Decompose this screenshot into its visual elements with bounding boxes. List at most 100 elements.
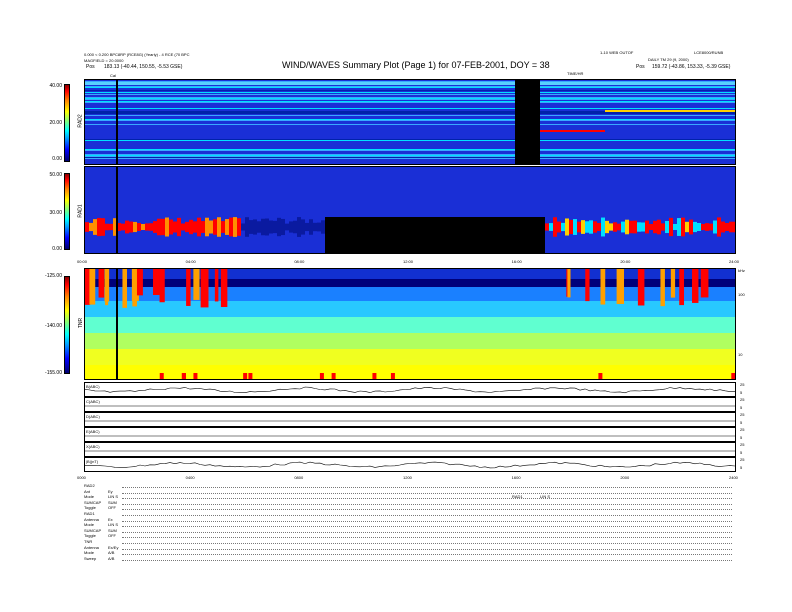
- footer-param-value: Ex/Ey: [108, 544, 119, 550]
- rad1-emission: [637, 222, 641, 232]
- tnr-floor-spike: [181, 373, 186, 379]
- rad2-band: [85, 120, 735, 121]
- rad1-emission: [649, 223, 653, 231]
- lane-box: [84, 457, 736, 472]
- rad1-emission: [237, 218, 241, 236]
- time-hr-label: TIME/HR: [567, 71, 584, 76]
- rad2-band: [85, 81, 735, 82]
- footer-param-key: Antenna: [84, 544, 99, 550]
- rad1-emission: [137, 223, 141, 231]
- rad1-emission: [217, 217, 221, 237]
- rad1-emission: [657, 219, 661, 235]
- header-left-line2: MAGFIELD = 20.0000: [84, 58, 124, 63]
- time-axis-top-tick-label: 24:00: [729, 259, 740, 264]
- tnr-burst: [700, 269, 709, 298]
- rad2-spectrogram: [84, 79, 736, 165]
- rad1-spectrogram-svg: [85, 167, 735, 253]
- rad1-emission: [293, 220, 297, 234]
- rad2-colorbar: [64, 84, 70, 162]
- rad1-emission: [697, 222, 701, 232]
- footer-param-value: LIN S: [108, 522, 119, 528]
- rad2-tick-top: 40.00: [49, 83, 62, 89]
- tnr-burst: [98, 269, 105, 298]
- rad1-emission: [305, 222, 309, 232]
- lane-trace: [84, 386, 736, 394]
- lane-box: [84, 412, 736, 427]
- page-title: WIND/WAVES Summary Plot (Page 1) for 07-…: [282, 60, 550, 70]
- header-right-pos-label: Pos: [636, 64, 645, 70]
- tnr-floor-spike: [193, 373, 198, 379]
- rad1-emission: [121, 223, 125, 231]
- rad1-emission: [605, 220, 609, 234]
- rad1-emission: [189, 219, 193, 235]
- time-axis-top-tick-label: 16:00: [511, 259, 522, 264]
- footer-param-key: Antenna: [84, 516, 99, 522]
- rad1-emission: [253, 219, 257, 235]
- header-right-line2: LCE8000/RUNB: [694, 50, 724, 55]
- rad1-spectrogram: [84, 166, 736, 254]
- tnr-burst: [214, 269, 219, 302]
- lane-right-tick-bot: 5: [740, 405, 743, 410]
- rad1-emission: [549, 223, 553, 231]
- tnr-burst: [567, 269, 571, 298]
- rad1-emission: [645, 220, 649, 234]
- rad1-label: RAD1: [77, 204, 84, 218]
- lane-right-tick-bot: 5: [740, 390, 743, 395]
- rad1-emission: [261, 218, 265, 236]
- footer-section-title: TNR: [84, 539, 93, 544]
- rad1-emission: [225, 219, 229, 235]
- rad1-emission: [565, 218, 569, 236]
- rad1-emission: [733, 221, 735, 233]
- rad1-emission: [201, 221, 205, 233]
- tnr-floor-spike: [319, 373, 324, 379]
- rad1-emission: [717, 217, 721, 237]
- tnr-burst: [136, 269, 143, 296]
- lane-right-tick-top: 25: [740, 412, 745, 417]
- rad2-band: [85, 157, 735, 158]
- lane-right-tick-top: 25: [740, 397, 745, 402]
- tnr-burst: [104, 269, 110, 302]
- rad1-emission: [129, 221, 133, 233]
- tnr-burst: [585, 269, 590, 302]
- rad1-emission: [709, 223, 713, 231]
- rad1-emission: [301, 219, 305, 235]
- tnr-burst: [679, 269, 685, 306]
- rad2-band-top: [85, 82, 735, 85]
- footer-dotted-line: [122, 503, 732, 505]
- rad2-yellow-streak: [605, 110, 735, 112]
- time-axis-bottom-tick-label: 2000: [620, 475, 630, 480]
- rad1-emission: [653, 220, 657, 234]
- rad1-emission: [297, 217, 301, 237]
- tnr-floor-spike: [248, 373, 253, 379]
- rad2-band: [85, 97, 735, 98]
- lane-label: X(ABC): [86, 444, 100, 449]
- footer-mid-key: RAD1: [512, 494, 523, 499]
- tnr-floor-spike: [390, 373, 395, 379]
- rad1-emission: [133, 221, 137, 233]
- tnr-tick-bot: -155.00: [45, 370, 62, 376]
- rad2-band: [85, 115, 735, 116]
- footer-param-key: Toggle: [84, 505, 96, 511]
- rad1-emission: [681, 217, 685, 237]
- tnr-floor-spike: [159, 373, 164, 379]
- tnr-burst: [186, 269, 191, 306]
- tnr-tick-top: -125.00: [45, 273, 62, 279]
- header-left-pos-value: 183.13 (-40.44, 150.55, -5.53 GSE): [104, 64, 183, 70]
- footer-param-key: Mode: [84, 550, 95, 556]
- rad1-emission: [101, 218, 105, 236]
- rad1-emission: [665, 220, 669, 234]
- tnr-spectrogram: [84, 268, 736, 380]
- rad2-band: [85, 112, 735, 113]
- footer-param-key: Mode: [84, 522, 95, 528]
- rad1-emission: [685, 221, 689, 233]
- rad1-emission: [89, 222, 93, 232]
- rad1-emission: [85, 222, 89, 232]
- rad2-band: [85, 150, 735, 151]
- lane-trace-svg: [84, 386, 736, 394]
- rad1-emission: [721, 221, 725, 233]
- rad1-emission: [585, 221, 589, 233]
- time-axis-top-tick-label: 12:00: [403, 259, 414, 264]
- rad2-band: [85, 154, 735, 155]
- lane-trace-svg: [85, 435, 735, 437]
- tnr-floor-spike: [598, 373, 603, 379]
